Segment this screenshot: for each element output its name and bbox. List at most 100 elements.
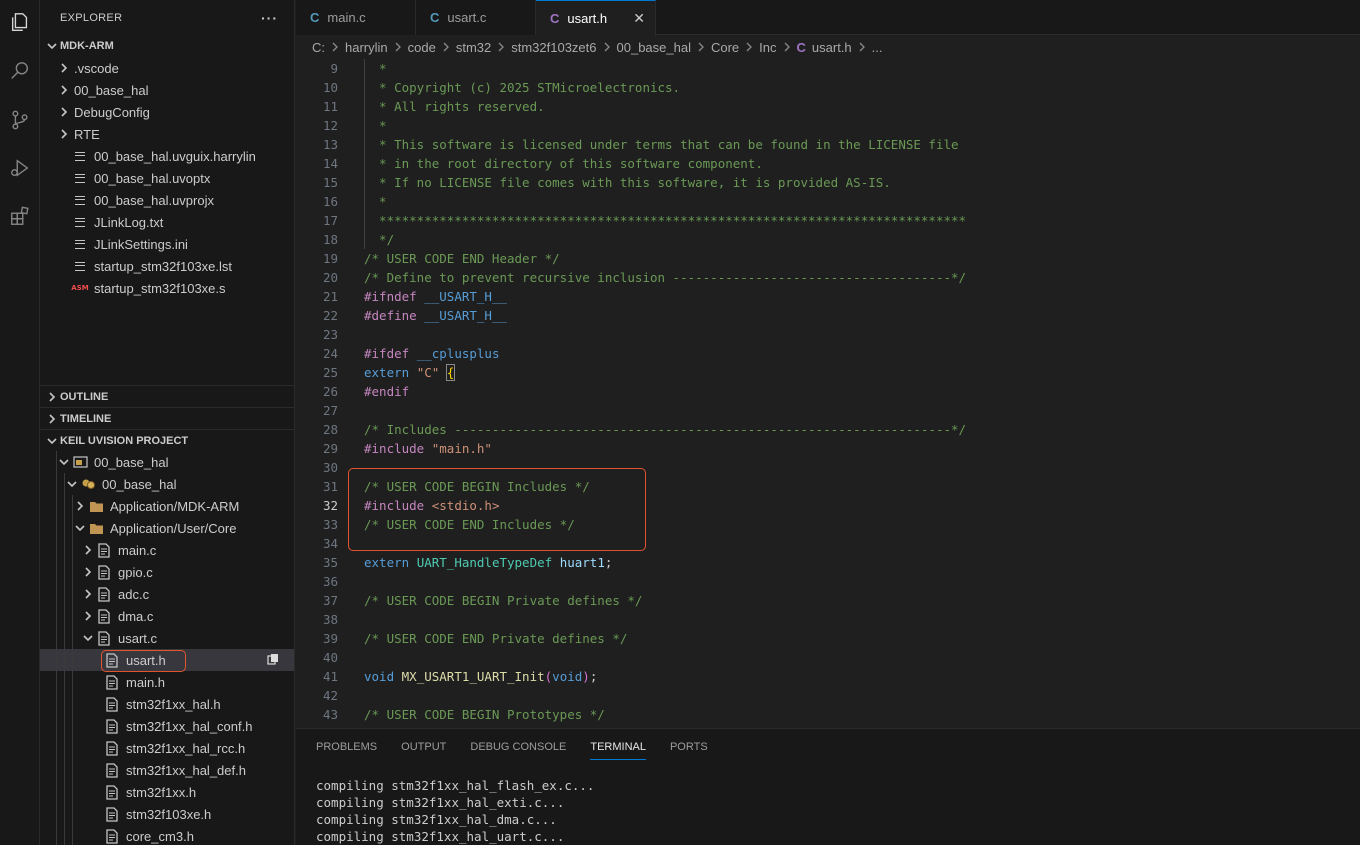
keil-tree-item[interactable]: gpio.c — [40, 561, 294, 583]
code-line: 16 * — [296, 192, 1360, 211]
indent-guide — [56, 693, 57, 715]
line-number: 28 — [322, 422, 338, 437]
breadcrumb-item[interactable]: 00_base_hal — [617, 40, 691, 55]
explorer-item[interactable]: 00_base_hal — [40, 79, 294, 101]
explorer-item[interactable]: 00_base_hal.uvoptx — [40, 167, 294, 189]
tab-usart-c[interactable]: C usart.c — [416, 0, 536, 35]
explorer-item[interactable]: JLinkSettings.ini — [40, 233, 294, 255]
breadcrumb-item[interactable]: Inc — [759, 40, 776, 55]
tab-debug-console[interactable]: DEBUG CONSOLE — [470, 729, 566, 764]
source-control-icon[interactable] — [4, 104, 36, 136]
terminal-line: compiling stm32f1xx_hal_uart.c... — [316, 829, 565, 844]
keil-tree-item[interactable]: core_cm3.h — [40, 825, 294, 845]
indent-guide — [64, 605, 65, 627]
indent-guide — [64, 781, 65, 803]
tab-main-c[interactable]: C main.c — [296, 0, 416, 35]
code-text: * — [364, 118, 387, 133]
code-editor[interactable]: 9 * 10 * Copyright (c) 2025 STMicroelectr… — [296, 58, 1360, 728]
breadcrumb-item[interactable]: ... — [872, 40, 883, 55]
explorer-item[interactable]: RTE — [40, 123, 294, 145]
breadcrumb-item[interactable]: C: — [312, 40, 325, 55]
indent-guide — [64, 561, 65, 583]
indent-guide — [72, 605, 73, 627]
explorer-item[interactable]: 00_base_hal.uvguix.harrylin — [40, 145, 294, 167]
indent-guide — [64, 737, 65, 759]
explorer-item[interactable]: DebugConfig — [40, 101, 294, 123]
breadcrumb-item[interactable]: usart.h — [812, 40, 852, 55]
breadcrumb-item[interactable]: Core — [711, 40, 739, 55]
breadcrumb-item[interactable]: harrylin — [345, 40, 388, 55]
chevron-right-icon — [80, 564, 96, 580]
keil-tree-item[interactable]: stm32f1xx_hal_def.h — [40, 759, 294, 781]
explorer-item[interactable]: startup_stm32f103xe.lst — [40, 255, 294, 277]
keil-tree-item[interactable]: 00_base_hal — [40, 451, 294, 473]
keil-tree-item[interactable]: Application/User/Core — [40, 517, 294, 539]
tab-ports[interactable]: PORTS — [670, 729, 708, 764]
section-outline[interactable]: OUTLINE — [40, 385, 294, 407]
tab-problems[interactable]: PROBLEMS — [316, 729, 377, 764]
code-line: 21 #ifndef __USART_H__ — [296, 287, 1360, 306]
indent-guide — [56, 473, 57, 495]
keil-tree-item[interactable]: main.h — [40, 671, 294, 693]
section-keil-project[interactable]: KEIL UVISION PROJECT — [40, 429, 294, 451]
code-text: /* Includes ----------------------------… — [364, 422, 967, 437]
section-mdk-arm[interactable]: MDK-ARM — [40, 35, 294, 57]
explorer-item[interactable]: JLinkLog.txt — [40, 211, 294, 233]
search-icon[interactable] — [4, 55, 36, 87]
keil-tree-item[interactable]: adc.c — [40, 583, 294, 605]
indent-guide — [64, 627, 65, 649]
explorer-item[interactable]: 00_base_hal.uvprojx — [40, 189, 294, 211]
extensions-icon[interactable] — [4, 200, 36, 232]
breadcrumb-item[interactable]: stm32 — [456, 40, 491, 55]
breadcrumb-item[interactable]: stm32f103zet6 — [511, 40, 596, 55]
keil-tree-item[interactable]: stm32f1xx_hal_rcc.h — [40, 737, 294, 759]
code-text: #ifndef __USART_H__ — [364, 289, 508, 304]
line-number: 30 — [322, 460, 338, 475]
run-debug-icon[interactable] — [4, 152, 36, 184]
keil-tree-item[interactable]: dma.c — [40, 605, 294, 627]
code-line: 39 /* USER CODE END Private defines */ — [296, 629, 1360, 648]
explorer-icon[interactable] — [4, 6, 36, 38]
terminal-output[interactable]: compiling stm32f1xx_hal_flash_ex.c... com… — [316, 777, 594, 845]
code-line: 25 extern "C" { — [296, 363, 1360, 382]
tab-output[interactable]: OUTPUT — [401, 729, 446, 764]
keil-tree-item[interactable]: stm32f103xe.h — [40, 803, 294, 825]
keil-tree-item[interactable]: usart.c — [40, 627, 294, 649]
keil-tree-item[interactable]: stm32f1xx.h — [40, 781, 294, 803]
tab-usart-h[interactable]: C usart.h ✕ — [536, 0, 656, 36]
more-actions-icon[interactable]: ··· — [261, 10, 278, 26]
line-number: 14 — [322, 156, 338, 171]
h-file-icon: C — [550, 11, 560, 26]
code-text: /* USER CODE BEGIN Prototypes */ — [364, 707, 605, 722]
indent-guide — [64, 825, 65, 845]
keil-tree-item[interactable]: stm32f1xx_hal_conf.h — [40, 715, 294, 737]
keil-tree-item[interactable]: 00_base_hal — [40, 473, 294, 495]
code-line: 41 void MX_USART1_UART_Init(void); — [296, 667, 1360, 686]
bottom-panel: PROBLEMS OUTPUT DEBUG CONSOLE TERMINAL PORTS… — [296, 728, 1360, 845]
section-timeline[interactable]: TIMELINE — [40, 407, 294, 429]
line-number: 27 — [322, 403, 338, 418]
keil-item-label: 00_base_hal — [94, 454, 169, 470]
keil-tree-item[interactable]: main.c — [40, 539, 294, 561]
chevron-right-icon — [56, 82, 72, 98]
tab-terminal[interactable]: TERMINAL — [590, 729, 646, 764]
code-line: 29 #include "main.h" — [296, 439, 1360, 458]
keil-tree-item[interactable]: stm32f1xx_hal.h — [40, 693, 294, 715]
breadcrumb-item[interactable]: code — [408, 40, 436, 55]
line-number: 18 — [322, 232, 338, 247]
copy-icon[interactable] — [267, 653, 279, 668]
line-number: 15 — [322, 175, 338, 190]
file-icon — [96, 542, 112, 558]
explorer-item[interactable]: .vscode — [40, 57, 294, 79]
code-text: * All rights reserved. — [364, 99, 545, 114]
explorer-item[interactable]: ASM startup_stm32f103xe.s — [40, 277, 294, 299]
code-line: 28 /* Includes --------------------------… — [296, 420, 1360, 439]
close-icon[interactable]: ✕ — [633, 10, 645, 27]
indent-guide — [72, 715, 73, 737]
code-text: extern "C" { — [364, 364, 456, 381]
indent-guide — [72, 737, 73, 759]
panel-tabs: PROBLEMS OUTPUT DEBUG CONSOLE TERMINAL PORTS — [316, 729, 732, 764]
keil-tree-item[interactable]: Application/MDK-ARM — [40, 495, 294, 517]
